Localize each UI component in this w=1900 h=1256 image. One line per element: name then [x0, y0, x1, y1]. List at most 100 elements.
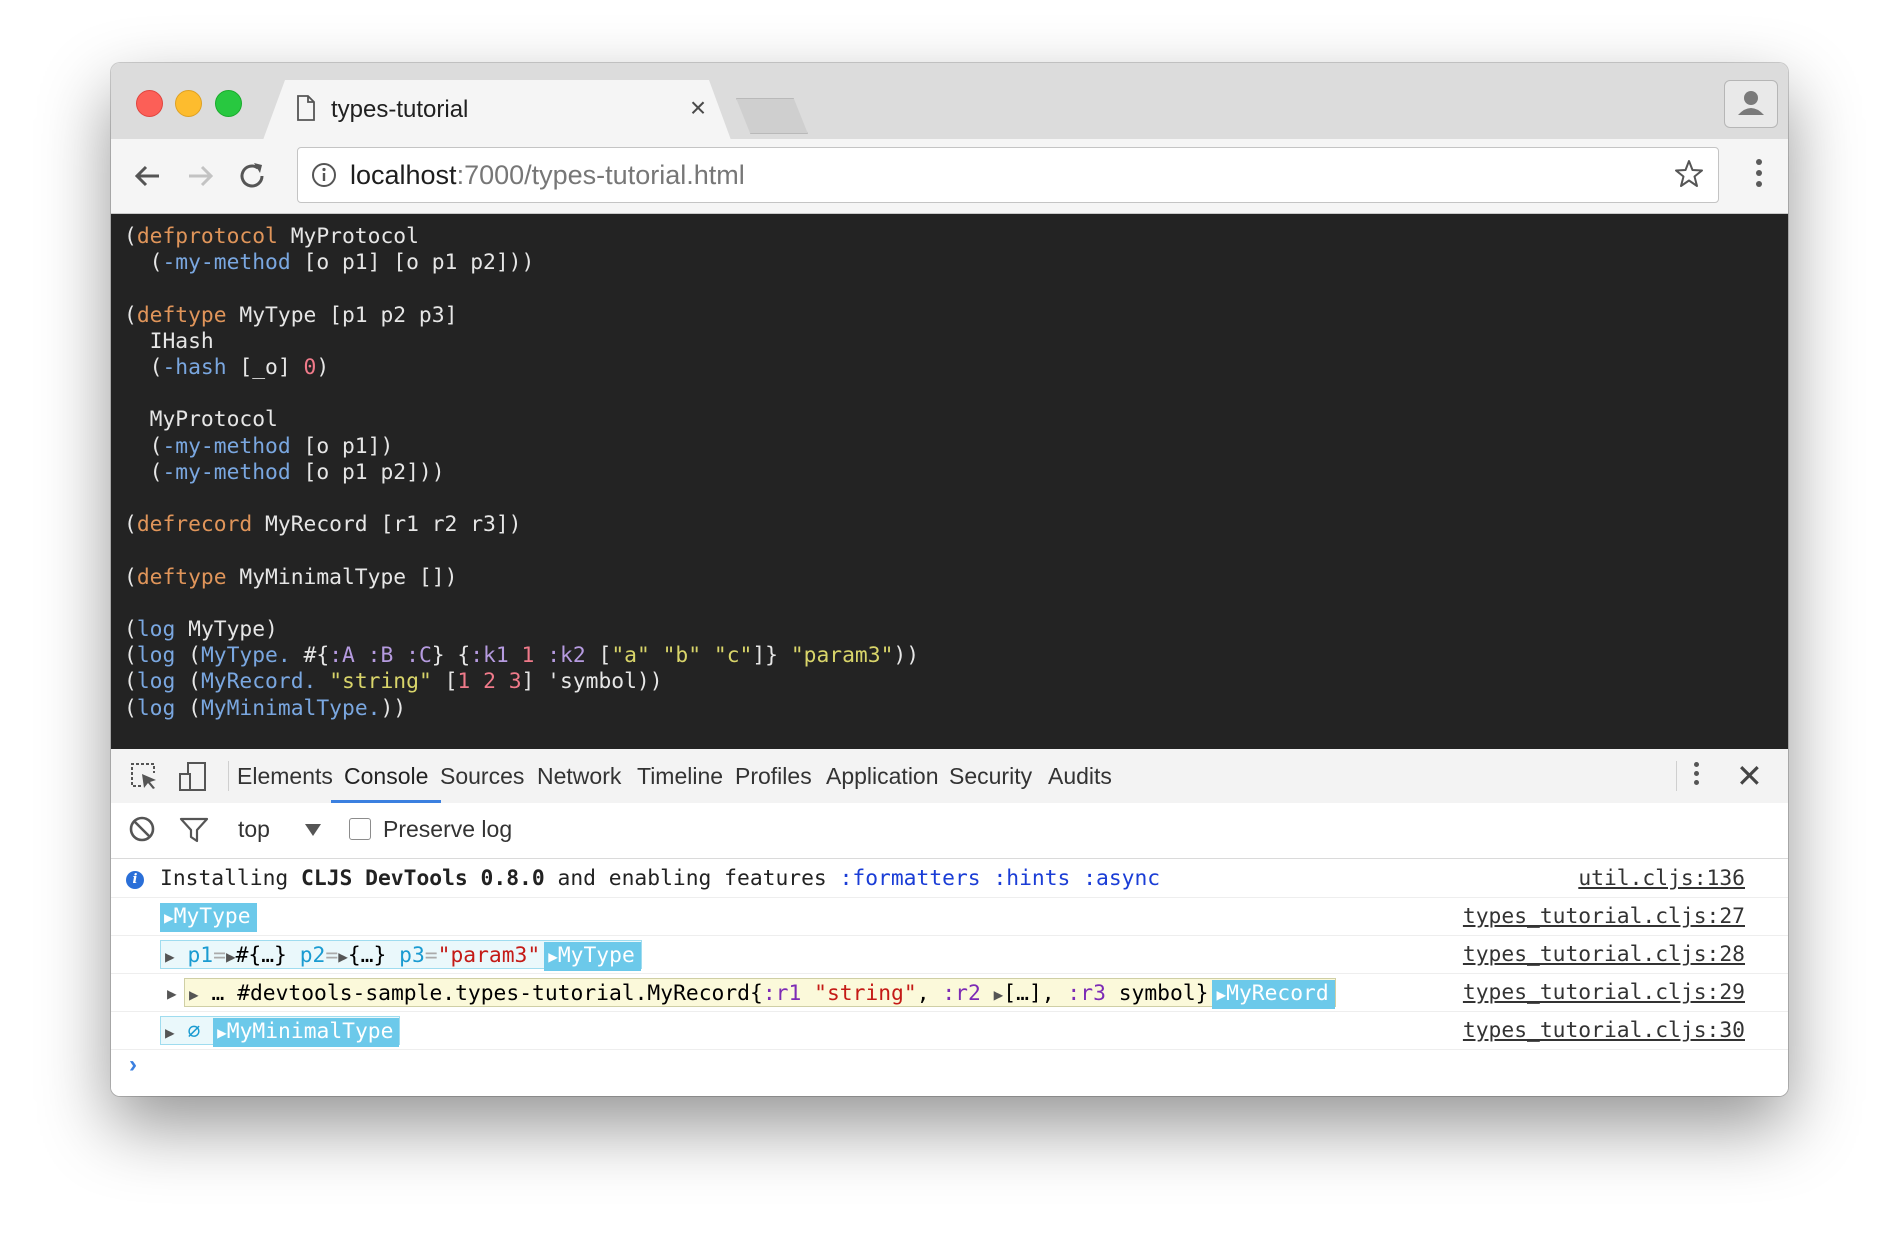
code-token: (	[175, 695, 201, 721]
code-token: MyProtocol	[277, 224, 419, 249]
code-token: (	[124, 617, 137, 643]
code-token: (	[124, 433, 163, 459]
code-token: (	[175, 669, 201, 695]
code-token: MyRecord.	[200, 669, 317, 695]
console-message: Installing CLJS DevTools 0.8.0 and enabl…	[160, 860, 1160, 897]
code-token: MyType [p1 p2 p3]	[226, 302, 458, 328]
context-selector[interactable]: top	[238, 816, 270, 843]
code-token: :k1	[470, 643, 509, 669]
back-icon[interactable]	[129, 157, 167, 195]
record-preview[interactable]: ▶ … #devtools-sample.types-tutorial.MyRe…	[184, 978, 1336, 1009]
tab-elements[interactable]: Elements	[237, 749, 333, 803]
window-minimize-button[interactable]	[175, 90, 202, 117]
new-tab-button[interactable]	[736, 98, 808, 134]
code-line: (-my-method [o p1 p2]))	[124, 460, 445, 485]
code-token: ]}	[752, 643, 791, 669]
filter-icon[interactable]	[179, 816, 209, 844]
tab-timeline[interactable]: Timeline	[637, 749, 723, 803]
code-token: [o p1])	[290, 433, 394, 459]
profile-button[interactable]	[1724, 80, 1778, 128]
source-link[interactable]: types_tutorial.cljs:30	[1463, 1012, 1745, 1049]
info-icon[interactable]	[311, 162, 337, 188]
code-token: (	[124, 224, 137, 249]
message-features: :formatters :hints :async	[839, 866, 1161, 891]
console-message-row: i Installing CLJS DevTools 0.8.0 and ena…	[111, 860, 1788, 898]
code-token: (	[124, 459, 163, 485]
devtools-menu-icon[interactable]	[1694, 762, 1699, 789]
code-line: (log MyType)	[124, 617, 278, 642]
code-token: 1	[521, 643, 535, 669]
tab-bar: types-tutorial ×	[111, 63, 1788, 139]
expand-toggle[interactable]: ▶	[167, 978, 177, 1007]
devtools-close-button[interactable]: ✕	[1736, 757, 1763, 795]
address-bar[interactable]: localhost:7000/types-tutorial.html	[297, 147, 1719, 203]
bookmark-star-icon[interactable]	[1674, 159, 1704, 189]
tab-network[interactable]: Network	[537, 749, 621, 803]
clear-console-icon[interactable]	[128, 815, 156, 843]
console-message-row: ▶ p1=▶#{…} p2=▶{…} p3="param3" ▶MyType ty…	[111, 936, 1788, 974]
tab-console[interactable]: Console	[331, 749, 442, 803]
code-token: (	[124, 250, 163, 276]
code-line: (log (MyType. #{:A :B :C} {:k1 1 :k2 ["a…	[124, 643, 919, 668]
console-prompt[interactable]: ›	[129, 1051, 137, 1079]
preserve-log-checkbox[interactable]	[349, 818, 371, 840]
code-token: "a" "b" "c"	[611, 643, 753, 669]
console-filter-bar: top Preserve log	[111, 803, 1788, 859]
code-line: (defrecord MyRecord [r1 r2 r3])	[124, 512, 522, 537]
window-maximize-button[interactable]	[215, 90, 242, 117]
minimal-type-preview[interactable]: ▶ ∅ ▶MyMinimalType	[160, 1016, 401, 1047]
tab-title: types-tutorial	[331, 96, 469, 123]
code-token: -my-method	[162, 250, 291, 276]
tab-application[interactable]: Application	[826, 749, 939, 803]
instance-preview[interactable]: ▶ p1=▶#{…} p2=▶{…} p3="param3" ▶MyType	[160, 940, 642, 971]
code-token: -hash	[162, 355, 227, 381]
forward-icon[interactable]	[181, 157, 219, 195]
tab-audits[interactable]: Audits	[1048, 749, 1112, 803]
code-token: [o p1 p2]))	[290, 459, 445, 485]
console-message-row: ▶ ∅ ▶MyMinimalType types_tutorial.cljs:3…	[111, 1012, 1788, 1050]
url-path: :7000/types-tutorial.html	[456, 160, 745, 190]
code-line: (log (MyRecord. "string" [1 2 3] 'symbol…	[124, 669, 663, 694]
code-token: (	[124, 643, 137, 669]
tab-sources[interactable]: Sources	[440, 749, 524, 803]
code-token: log	[136, 669, 176, 695]
browser-window: types-tutorial × localhost:7000/types-tu…	[111, 63, 1788, 1096]
type-badge[interactable]: ▶MyType	[160, 902, 257, 932]
code-line: (-hash [_o] 0)	[124, 355, 330, 381]
inspect-icon[interactable]	[129, 761, 159, 791]
dropdown-icon[interactable]	[304, 823, 322, 837]
code-token: (	[124, 512, 137, 538]
code-token: [	[585, 643, 612, 669]
window-close-button[interactable]	[136, 90, 163, 117]
source-link[interactable]: util.cljs:136	[1578, 860, 1745, 897]
source-link[interactable]: types_tutorial.cljs:27	[1463, 898, 1745, 935]
reload-icon[interactable]	[233, 157, 271, 195]
code-line: (deftype MyType [p1 p2 p3]	[124, 303, 457, 328]
code-line: (defprotocol MyProtocol	[124, 224, 419, 249]
device-icon[interactable]	[177, 761, 209, 793]
code-line: (deftype MyMinimalType [])	[124, 565, 457, 590]
code-block: (defprotocol MyProtocol (-my-method [o p…	[124, 224, 919, 722]
code-line: (-my-method [o p1])	[124, 433, 394, 459]
code-token: 0	[303, 355, 317, 381]
menu-icon[interactable]	[1756, 159, 1764, 192]
source-link[interactable]: types_tutorial.cljs:29	[1463, 974, 1745, 1011]
code-token: ))	[380, 695, 407, 721]
code-token: (	[124, 355, 163, 381]
code-token: ] 'symbol))	[521, 669, 663, 695]
code-token: } {	[431, 643, 471, 669]
code-token: [	[431, 669, 458, 695]
tab-close-button[interactable]: ×	[683, 93, 713, 123]
code-token: ))	[893, 643, 920, 669]
source-link[interactable]: types_tutorial.cljs:28	[1463, 936, 1745, 973]
code-token: log	[136, 617, 176, 643]
tab-security[interactable]: Security	[949, 749, 1032, 803]
code-token: -my-method	[162, 459, 291, 485]
page-content: (defprotocol MyProtocol (-my-method [o p…	[111, 214, 1788, 749]
tab-profiles[interactable]: Profiles	[735, 749, 812, 803]
code-token: -my-method	[162, 433, 291, 459]
code-token: (	[124, 695, 137, 721]
code-line: IHash	[124, 329, 214, 354]
